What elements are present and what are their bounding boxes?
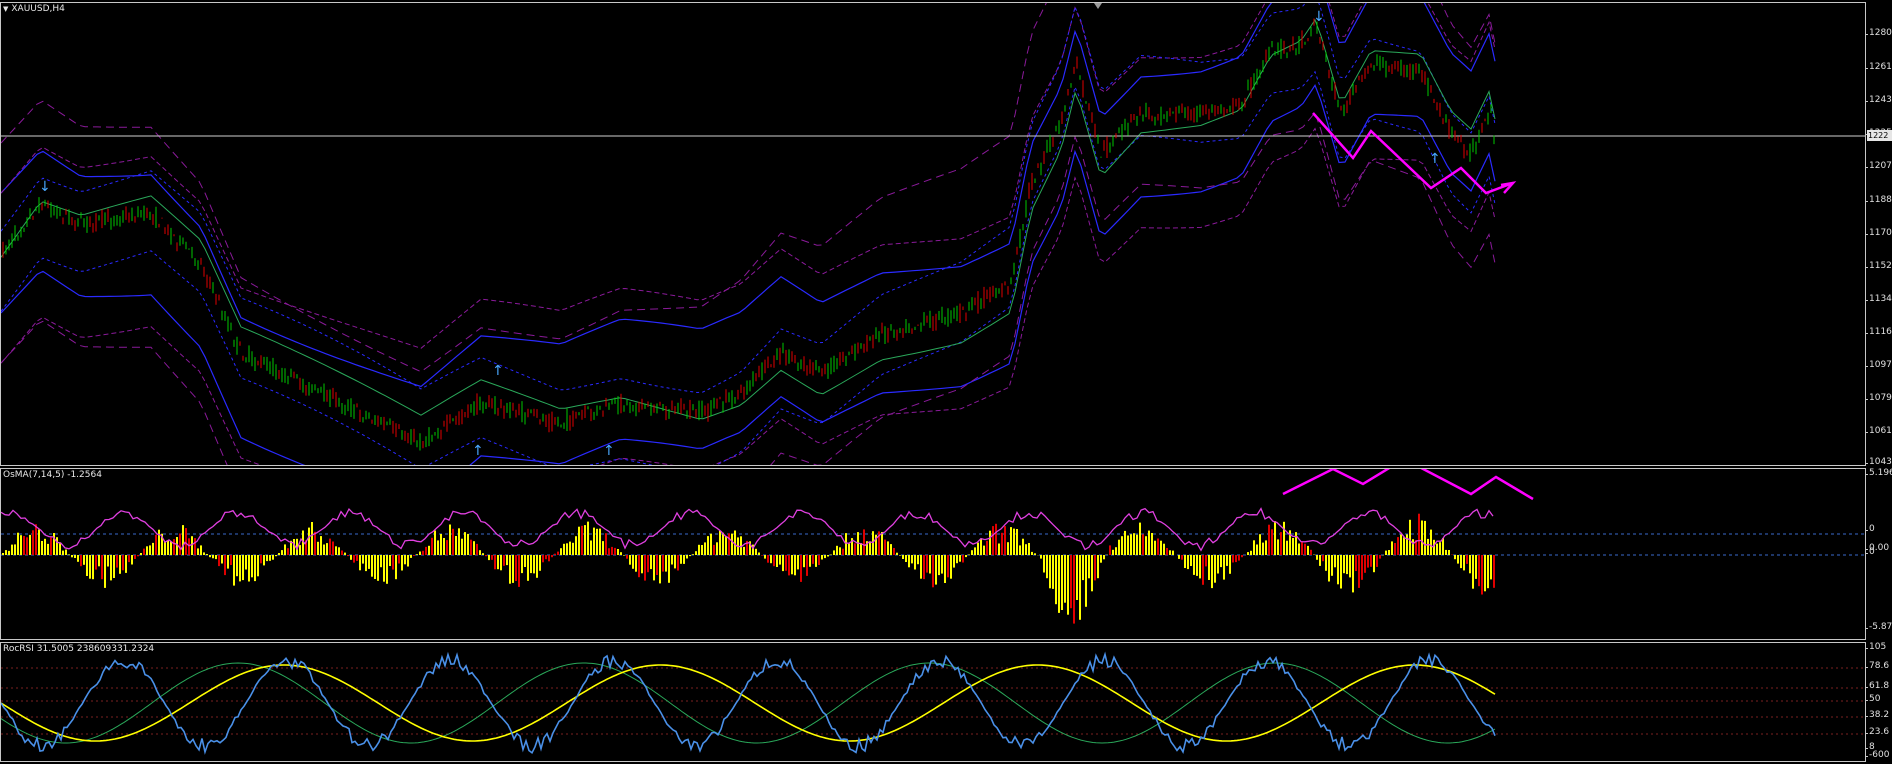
axis-label: 1116 — [1865, 327, 1892, 337]
axis-label: 38.2 — [1864, 710, 1890, 720]
axis-label: 1188 — [1865, 195, 1892, 205]
price-axis: 1280126112431225120711881170115211341116… — [1865, 2, 1892, 467]
osma-title: OsMA(7,14,5) -1.2564 — [3, 470, 102, 480]
chart-symbol-title: ▼ XAUUSD,H4 — [3, 4, 65, 14]
rocrsi-canvas[interactable] — [1, 643, 1866, 762]
axis-label: 1079 — [1865, 393, 1892, 403]
lower-band-purple-dashed — [1, 127, 1496, 465]
annotation-zigzag-price — [1312, 112, 1514, 195]
fractal-arrow-icon: ↑ — [472, 443, 484, 459]
axis-label: 1243 — [1865, 95, 1892, 105]
osma-indicator-pane[interactable]: OsMA(7,14,5) -1.2564 — [0, 468, 1866, 640]
symbol-timeframe-label: XAUUSD,H4 — [11, 4, 65, 14]
axis-label: 5.196 — [1865, 468, 1892, 478]
axis-label: 1170 — [1865, 228, 1892, 238]
axis-label: 1207 — [1865, 161, 1892, 171]
axis-label: 1097 — [1865, 360, 1892, 370]
upper-band-purple-dashed — [1, 3, 1496, 349]
axis-label: 1043 — [1865, 457, 1892, 467]
rsi-yellow-line — [1, 664, 1496, 742]
chart-menu-triangle-icon[interactable]: ▼ — [3, 5, 8, 13]
moving-average-green — [1, 18, 1496, 420]
fractal-arrow-icon: ↑ — [603, 443, 615, 459]
fractal-arrow-icon: ↓ — [1313, 9, 1325, 25]
lower-band-blue — [1, 83, 1496, 465]
axis-label: 0 — [1865, 547, 1875, 557]
current-price-tag: 1222 — [1867, 130, 1892, 141]
axis-label: 23.6 — [1864, 727, 1890, 737]
rocrsi-indicator-pane[interactable]: RocRSI 31.5005 238609331.2324 — [0, 642, 1866, 762]
axis-label: -600 — [1864, 750, 1890, 760]
osma-canvas[interactable] — [1, 469, 1866, 640]
axis-label: 1280 — [1865, 28, 1892, 38]
axis-label: 1061 — [1865, 426, 1892, 436]
upper-inner-band-dashed — [1, 3, 1496, 394]
axis-label: 78.6 — [1864, 661, 1890, 671]
fractal-arrow-icon: ↓ — [39, 179, 51, 195]
axis-label: 50 — [1864, 694, 1881, 704]
fractal-arrow-icon: ↑ — [492, 363, 504, 379]
rocrsi-title: RocRSI 31.5005 238609331.2324 — [3, 644, 155, 654]
rsi-blue-line — [1, 651, 1496, 755]
price-chart-canvas[interactable]: ↓ ↑ ↑ ↑ ↓ ↑ — [1, 3, 1866, 466]
axis-label: 0 — [1865, 524, 1875, 534]
chart-shift-marker-icon[interactable] — [1094, 3, 1102, 9]
outer-lower-band — [1, 111, 1496, 465]
axis-label: 61.8 — [1864, 681, 1890, 691]
price-chart-pane[interactable]: ▼ XAUUSD,H4 ↓ ↑ ↑ ↑ ↓ ↑ — [0, 2, 1866, 466]
axis-label: 1134 — [1865, 294, 1892, 304]
upper-band-blue — [1, 3, 1496, 388]
axis-label: -5.87 — [1864, 622, 1892, 632]
rocrsi-scale: 105 78.6 61.8 50 38.2 23.6 8 -600 — [1864, 642, 1892, 762]
annotation-zigzag-osma — [1282, 469, 1534, 501]
axis-label: 105 — [1864, 642, 1887, 652]
axis-label: 1152 — [1865, 261, 1892, 271]
lower-inner-band-dashed — [1, 70, 1496, 465]
fractal-arrow-icon: ↑ — [1429, 151, 1441, 167]
axis-label: 1261 — [1865, 62, 1892, 72]
osma-scale: 5.196 0 0.00 0 -5.87 — [1864, 468, 1892, 640]
